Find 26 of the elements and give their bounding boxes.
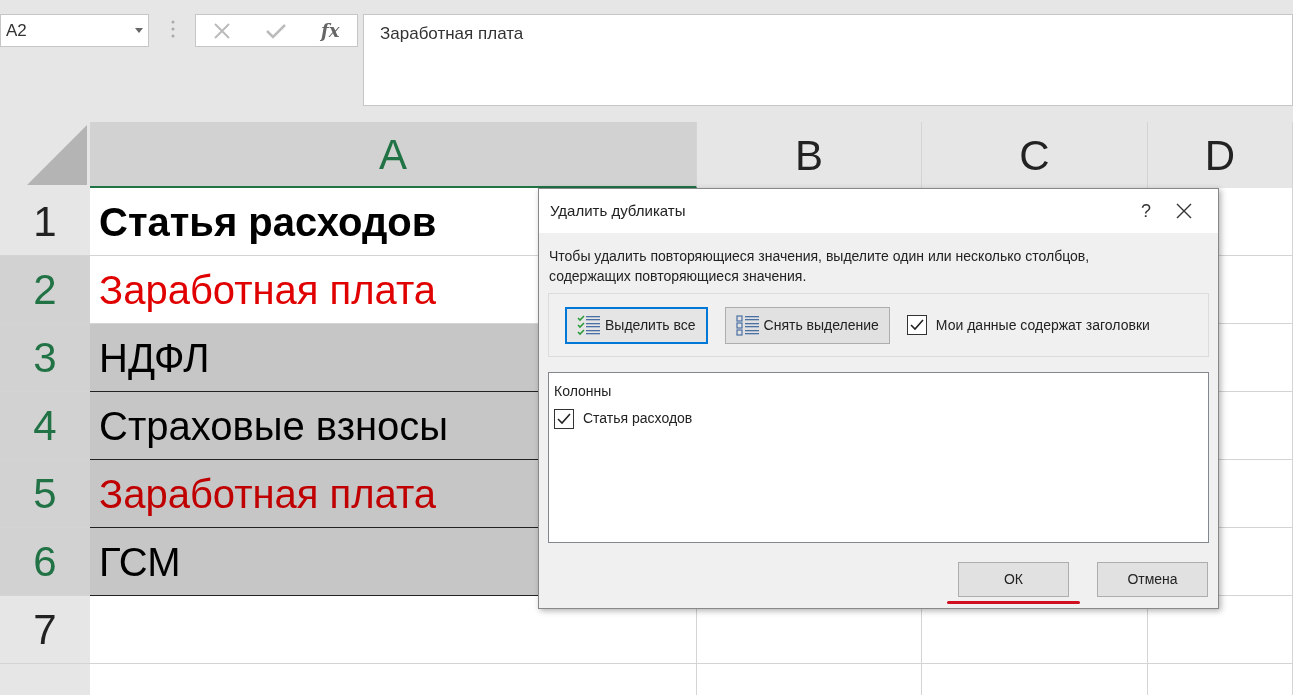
cancel-button[interactable]: Отмена: [1097, 562, 1208, 597]
unchecked-list-icon: [735, 314, 760, 336]
ok-button[interactable]: ОК: [958, 562, 1069, 597]
insert-function-button[interactable]: fx: [321, 17, 340, 44]
row-header[interactable]: 2: [0, 256, 90, 324]
checkmark-icon: [557, 412, 571, 425]
checkbox-label: Мои данные содержат заголовки: [935, 315, 1150, 335]
row-header[interactable]: 3: [0, 324, 90, 392]
formula-field[interactable]: Заработная плата: [363, 14, 1293, 106]
close-icon[interactable]: [1176, 203, 1192, 219]
unselect-all-button[interactable]: Снять выделение: [724, 306, 890, 344]
checked-list-icon: [577, 314, 601, 336]
column-header[interactable]: A: [90, 122, 697, 188]
row-header[interactable]: 6: [0, 528, 90, 596]
dropdown-caret-icon: [135, 28, 143, 33]
checkbox[interactable]: [906, 315, 927, 335]
name-box[interactable]: A2: [0, 14, 149, 47]
help-button[interactable]: ?: [1126, 197, 1166, 225]
checkbox[interactable]: [554, 408, 574, 429]
checkmark-icon: [909, 319, 924, 331]
dialog-title: Удалить дубликаты: [550, 200, 687, 221]
column-item-label[interactable]: Статья расходов: [583, 408, 693, 429]
row-header[interactable]: 5: [0, 460, 90, 528]
select-all-button[interactable]: Выделить все: [565, 306, 708, 344]
grip-icon: [171, 20, 175, 40]
row-header[interactable]: 4: [0, 392, 90, 460]
